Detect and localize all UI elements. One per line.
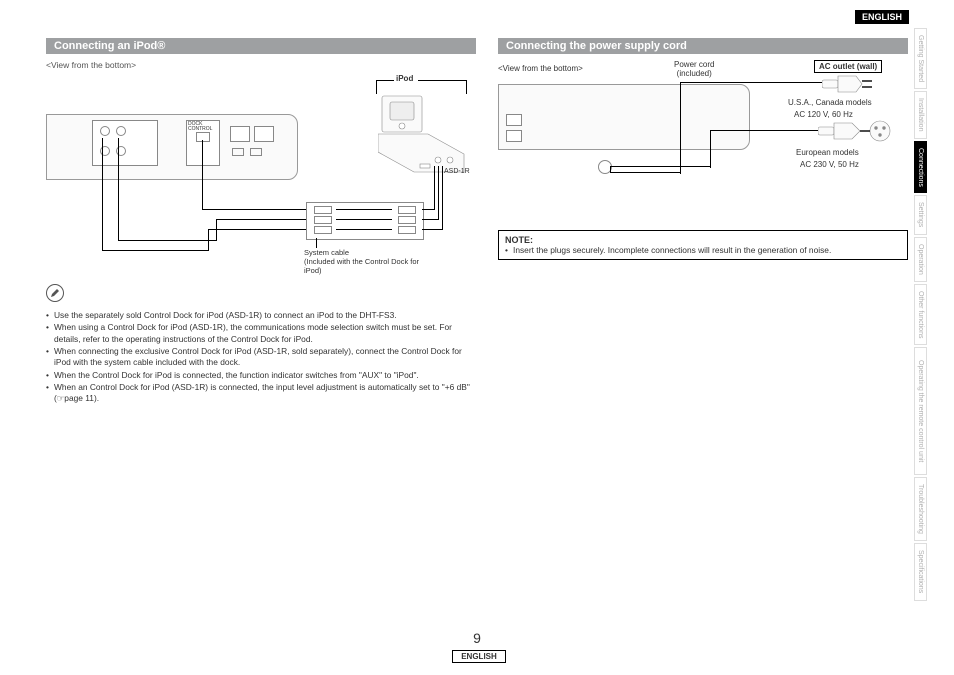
system-cable-label: System cable (Included with the Control … <box>304 248 424 275</box>
left-view-caption: <View from the bottom> <box>46 60 476 70</box>
side-tab-remote[interactable]: Operating the remote control unit <box>914 347 927 475</box>
side-tab-getting-started[interactable]: Getting Started <box>914 28 927 89</box>
side-tab-settings[interactable]: Settings <box>914 195 927 234</box>
bullet-2: When using a Control Dock for iPod (ASD-… <box>54 322 476 345</box>
asd-label: ASD-1R <box>444 168 470 175</box>
language-top-label: ENGLISH <box>855 10 909 24</box>
note-body: Insert the plugs securely. Incomplete co… <box>513 245 831 255</box>
side-tab-installation[interactable]: Installation <box>914 91 927 138</box>
device-outline <box>46 114 298 180</box>
section-header-power: Connecting the power supply cord <box>498 38 908 54</box>
bullet-5: When an Control Dock for iPod (ASD-1R) i… <box>54 382 476 405</box>
side-tab-specifications[interactable]: Specifications <box>914 543 927 600</box>
side-tab-troubleshooting[interactable]: Troubleshooting <box>914 477 927 541</box>
note-box: NOTE: •Insert the plugs securely. Incomp… <box>498 230 908 260</box>
ipod-bullets: •Use the separately sold Control Dock fo… <box>46 310 476 405</box>
us-models-label: U.S.A., Canada models <box>788 98 872 107</box>
side-tab-strip: Getting Started Installation Connections… <box>914 28 932 603</box>
bullet-3: When connecting the exclusive Control Do… <box>54 346 476 369</box>
bullet-1: Use the separately sold Control Dock for… <box>54 310 476 321</box>
ac-outlet-label: AC outlet (wall) <box>814 60 882 73</box>
ipod-label: iPod <box>396 74 413 83</box>
eu-plug-illustration <box>818 120 898 144</box>
right-column: Connecting the power supply cord <View f… <box>498 38 908 260</box>
eu-voltage-label: AC 230 V, 50 Hz <box>800 160 859 169</box>
bullet-4: When the Control Dock for iPod is connec… <box>54 370 476 381</box>
power-connection-diagram: <View from the bottom> Power cord (inclu… <box>498 60 908 220</box>
us-voltage-label: AC 120 V, 60 Hz <box>794 110 853 119</box>
dock-control-label: DOCK CONTROL <box>188 122 212 132</box>
ipod-dock-illustration <box>378 92 470 180</box>
right-view-caption: <View from the bottom> <box>498 64 583 73</box>
us-plug-illustration <box>822 74 892 94</box>
side-tab-operation[interactable]: Operation <box>914 237 927 282</box>
power-cord-label: Power cord (included) <box>674 60 714 78</box>
ipod-connection-diagram: iPod ASD-1R <box>46 74 476 274</box>
left-column: Connecting an iPod® <View from the botto… <box>46 38 476 406</box>
note-header: NOTE: <box>505 235 901 245</box>
page-number: 9 <box>0 630 954 646</box>
language-bottom-label: ENGLISH <box>452 650 506 663</box>
pencil-icon <box>46 284 64 302</box>
device-outline-right <box>498 84 750 150</box>
eu-models-label: European models <box>796 148 859 157</box>
section-header-ipod: Connecting an iPod® <box>46 38 476 54</box>
side-tab-other-functions[interactable]: Other functions <box>914 284 927 345</box>
side-tab-connections[interactable]: Connections <box>914 141 927 194</box>
